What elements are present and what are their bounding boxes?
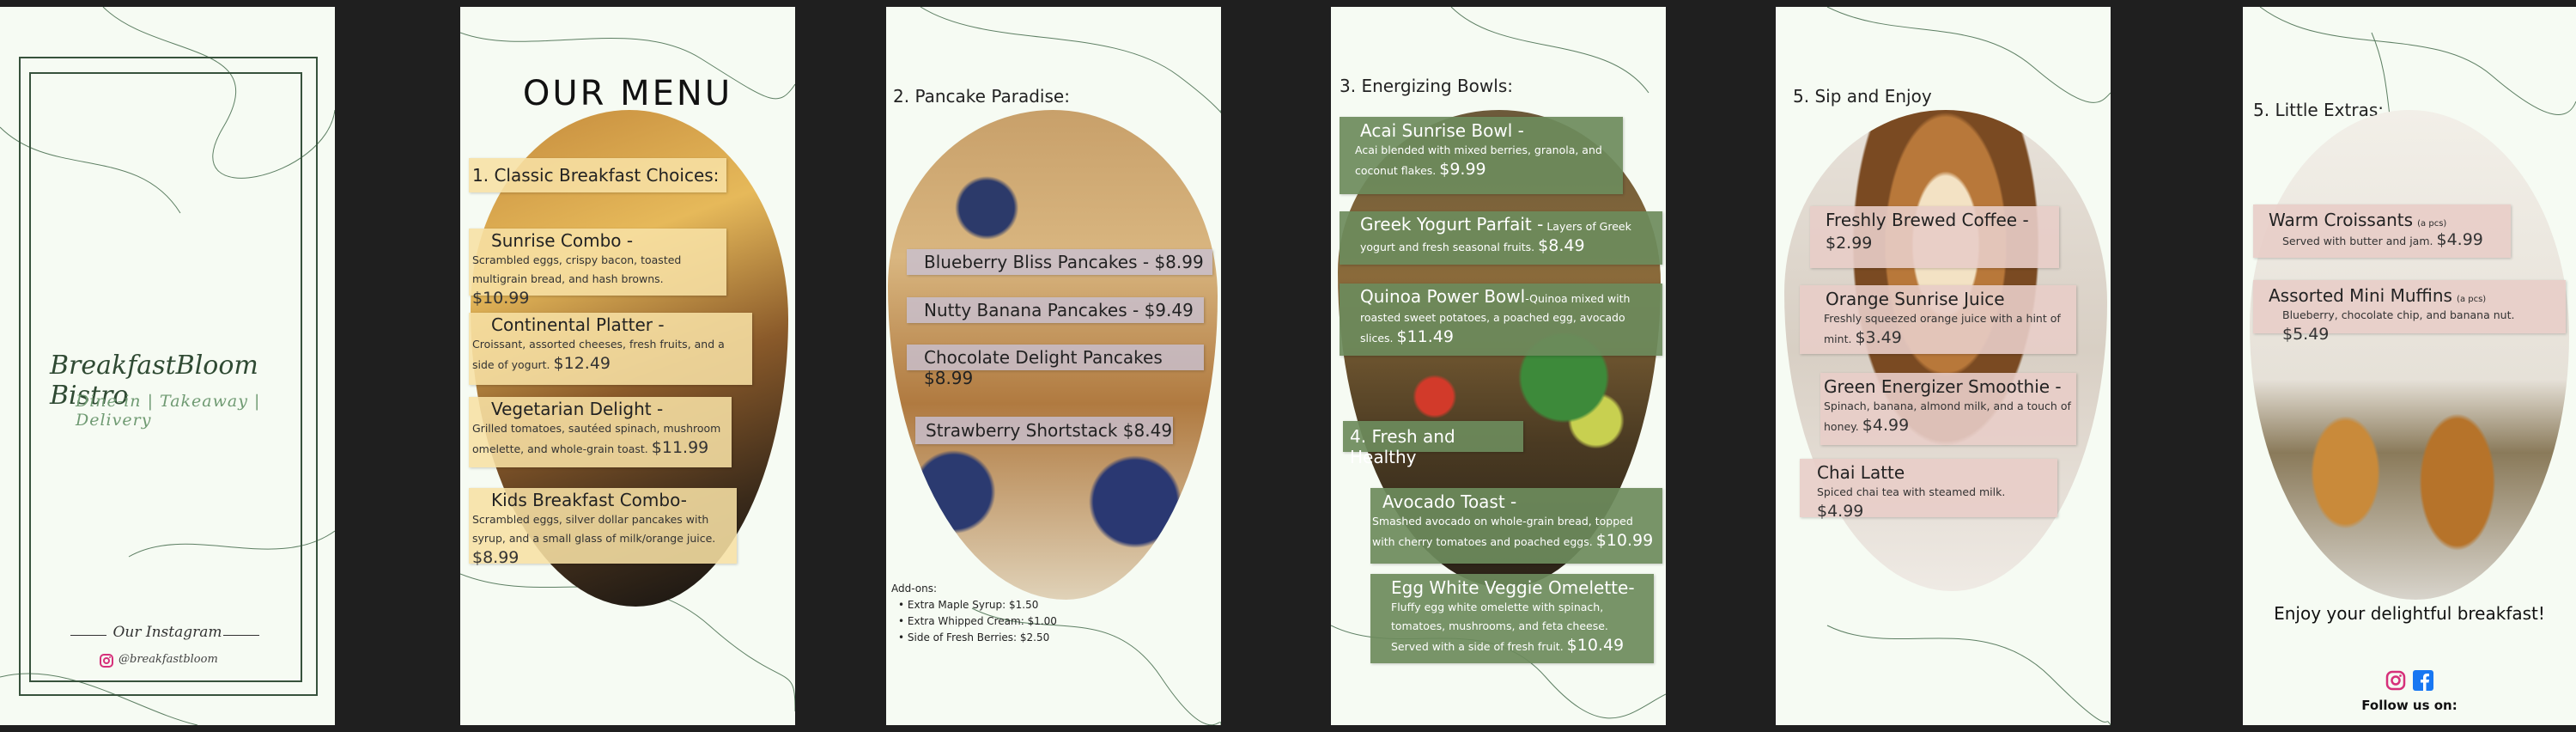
menu-item: Blueberry Bliss Pancakes - $8.99 xyxy=(907,249,1212,275)
menu-item: Chocolate Delight Pancakes $8.99 xyxy=(907,345,1204,388)
section-title: 3. Energizing Bowls: xyxy=(1340,76,1513,96)
menu-item: Avocado Toast - Smashed avocado on whole… xyxy=(1370,488,1662,564)
item-unit: (a pcs) xyxy=(2417,219,2447,229)
item-name: Quinoa Power Bowl xyxy=(1360,286,1526,307)
item-name: Avocado Toast - xyxy=(1382,491,1517,512)
item-price: $4.99 xyxy=(2436,230,2483,249)
item-price: $10.99 xyxy=(1595,531,1654,550)
menu-page-classic: OUR MENU 1. Classic Breakfast Choices: S… xyxy=(460,7,795,725)
item-name: Vegetarian Delight - xyxy=(491,399,664,419)
item-desc: Blueberry, chocolate chip, and banana nu… xyxy=(2282,308,2515,321)
item-price: $5.49 xyxy=(2282,325,2330,344)
item-name: Acai Sunrise Bowl - xyxy=(1360,120,1524,141)
item-name: Greek Yogurt Parfait - xyxy=(1360,214,1544,235)
menu-item: Green Energizer Smoothie - Spinach, bana… xyxy=(1820,373,2076,445)
item-price: $10.99 xyxy=(472,289,530,308)
instagram-icon[interactable] xyxy=(2385,670,2406,691)
section-title: 5. Sip and Enjoy xyxy=(1793,86,1932,107)
section-title: 1. Classic Breakfast Choices: xyxy=(472,165,720,186)
section-title: 4. Fresh and Healthy xyxy=(1350,426,1455,467)
menu-page-drinks: 5. Sip and Enjoy Freshly Brewed Coffee -… xyxy=(1776,7,2111,725)
item-name: Chai Latte xyxy=(1817,462,1905,483)
item-unit: (a pcs) xyxy=(2457,295,2487,304)
section-title: 2. Pancake Paradise: xyxy=(893,86,1070,107)
item-name: Freshly Brewed Coffee - xyxy=(1826,210,2029,230)
menu-page-bowls: 3. Energizing Bowls: Acai Sunrise Bowl -… xyxy=(1331,7,1666,725)
item-price: $11.99 xyxy=(651,438,709,457)
menu-item: Assorted Mini Muffins (a pcs) Blueberry,… xyxy=(2253,280,2566,344)
item-name: Warm Croissants xyxy=(2269,210,2414,230)
pastry-photo-blob xyxy=(2250,110,2569,600)
menu-item: Strawberry Shortstack $8.49 xyxy=(915,417,1173,444)
item-price: $12.49 xyxy=(553,354,611,373)
menu-item: Nutty Banana Pancakes - $9.49 xyxy=(907,297,1204,323)
section-heading-box: 1. Classic Breakfast Choices: xyxy=(469,158,726,192)
item-desc: Spiced chai tea with steamed milk. xyxy=(1817,485,2006,498)
tagline: Dine-in | Takeaway | Delivery xyxy=(76,392,261,430)
menu-item: Warm Croissants (a pcs) Served with butt… xyxy=(2253,204,2511,258)
item-price: $10.49 xyxy=(1566,636,1625,655)
section-title: 5. Little Extras: xyxy=(2253,100,2384,120)
item-price: $8.49 xyxy=(1538,236,1585,255)
menu-item: Sunrise Combo - Scrambled eggs, crispy b… xyxy=(469,229,726,308)
item-price: $2.99 xyxy=(1826,234,1873,253)
item-name: Sunrise Combo - xyxy=(491,230,634,251)
item-label: Chocolate Delight Pancakes $8.99 xyxy=(924,347,1163,388)
item-price: $11.49 xyxy=(1396,327,1454,346)
addon-item: • Side of Fresh Berries: $2.50 xyxy=(898,631,1050,644)
item-desc: Scrambled eggs, crispy bacon, toasted mu… xyxy=(472,253,682,285)
item-price: $8.99 xyxy=(472,548,519,567)
item-name: Green Energizer Smoothie - xyxy=(1824,376,2062,397)
menu-item: Orange Sunrise Juice Freshly squeezed or… xyxy=(1800,285,2076,354)
item-desc: Scrambled eggs, silver dollar pancakes w… xyxy=(472,513,716,545)
item-price: $4.99 xyxy=(1862,416,1910,435)
menu-title: OUR MENU xyxy=(522,74,733,113)
menu-item: Chai Latte Spiced chai tea with steamed … xyxy=(1800,459,2057,521)
menu-item: Kids Breakfast Combo- Scrambled eggs, si… xyxy=(469,488,737,567)
item-label: Blueberry Bliss Pancakes - $8.99 xyxy=(924,252,1204,272)
menu-page-pancakes: 2. Pancake Paradise: Blueberry Bliss Pan… xyxy=(886,7,1221,725)
menu-item: Egg White Veggie Omelette- Fluffy egg wh… xyxy=(1370,574,1654,663)
facebook-icon[interactable] xyxy=(2413,670,2433,691)
menu-item: Acai Sunrise Bowl - Acai blended with mi… xyxy=(1340,117,1623,194)
item-desc: Smashed avocado on whole-grain bread, to… xyxy=(1372,515,1633,548)
instagram-icon[interactable] xyxy=(100,654,113,668)
closing-message: Enjoy your delightful breakfast! xyxy=(2274,603,2545,624)
instagram-title: Our Instagram xyxy=(112,624,222,641)
item-desc: Spinach, banana, almond milk, and a touc… xyxy=(1824,400,2071,433)
item-desc: Served with butter and jam. xyxy=(2282,235,2433,247)
menu-item: Freshly Brewed Coffee - $2.99 xyxy=(1810,206,2059,268)
follow-label: Follow us on: xyxy=(2361,698,2458,713)
menu-item: Continental Platter - Croissant, assorte… xyxy=(469,313,752,385)
item-name: Assorted Mini Muffins xyxy=(2269,285,2452,306)
cover-page: BreakfastBloom Bistro Dine-in | Takeaway… xyxy=(0,7,335,725)
item-name: Continental Platter - xyxy=(491,314,665,335)
addon-item: • Extra Maple Syrup: $1.50 xyxy=(898,599,1039,611)
item-price: $4.99 xyxy=(1817,502,1864,521)
item-label: Strawberry Shortstack $8.49 xyxy=(926,420,1173,441)
menu-item: Greek Yogurt Parfait - Layers of Greek y… xyxy=(1340,211,1662,265)
item-name: Egg White Veggie Omelette- xyxy=(1391,577,1635,598)
section-heading-box: 4. Fresh and Healthy xyxy=(1343,421,1523,467)
item-name: Kids Breakfast Combo- xyxy=(491,490,687,510)
addons-title: Add-ons: xyxy=(891,583,938,595)
addons-list: Add-ons: • Extra Maple Syrup: $1.50 • Ex… xyxy=(891,581,1057,646)
item-price: $3.49 xyxy=(1855,328,1902,347)
instagram-handle[interactable]: @breakfastbloom xyxy=(118,653,218,666)
item-price: $9.99 xyxy=(1439,160,1486,179)
item-name: Orange Sunrise Juice xyxy=(1826,289,2005,309)
menu-item: Vegetarian Delight - Grilled tomatoes, s… xyxy=(469,397,732,467)
menu-item: Quinoa Power Bowl-Quinoa mixed with roas… xyxy=(1340,284,1662,356)
addon-item: • Extra Whipped Cream: $1.00 xyxy=(898,615,1057,627)
item-label: Nutty Banana Pancakes - $9.49 xyxy=(924,300,1194,320)
menu-page-extras: 5. Little Extras: Warm Croissants (a pcs… xyxy=(2243,7,2576,725)
